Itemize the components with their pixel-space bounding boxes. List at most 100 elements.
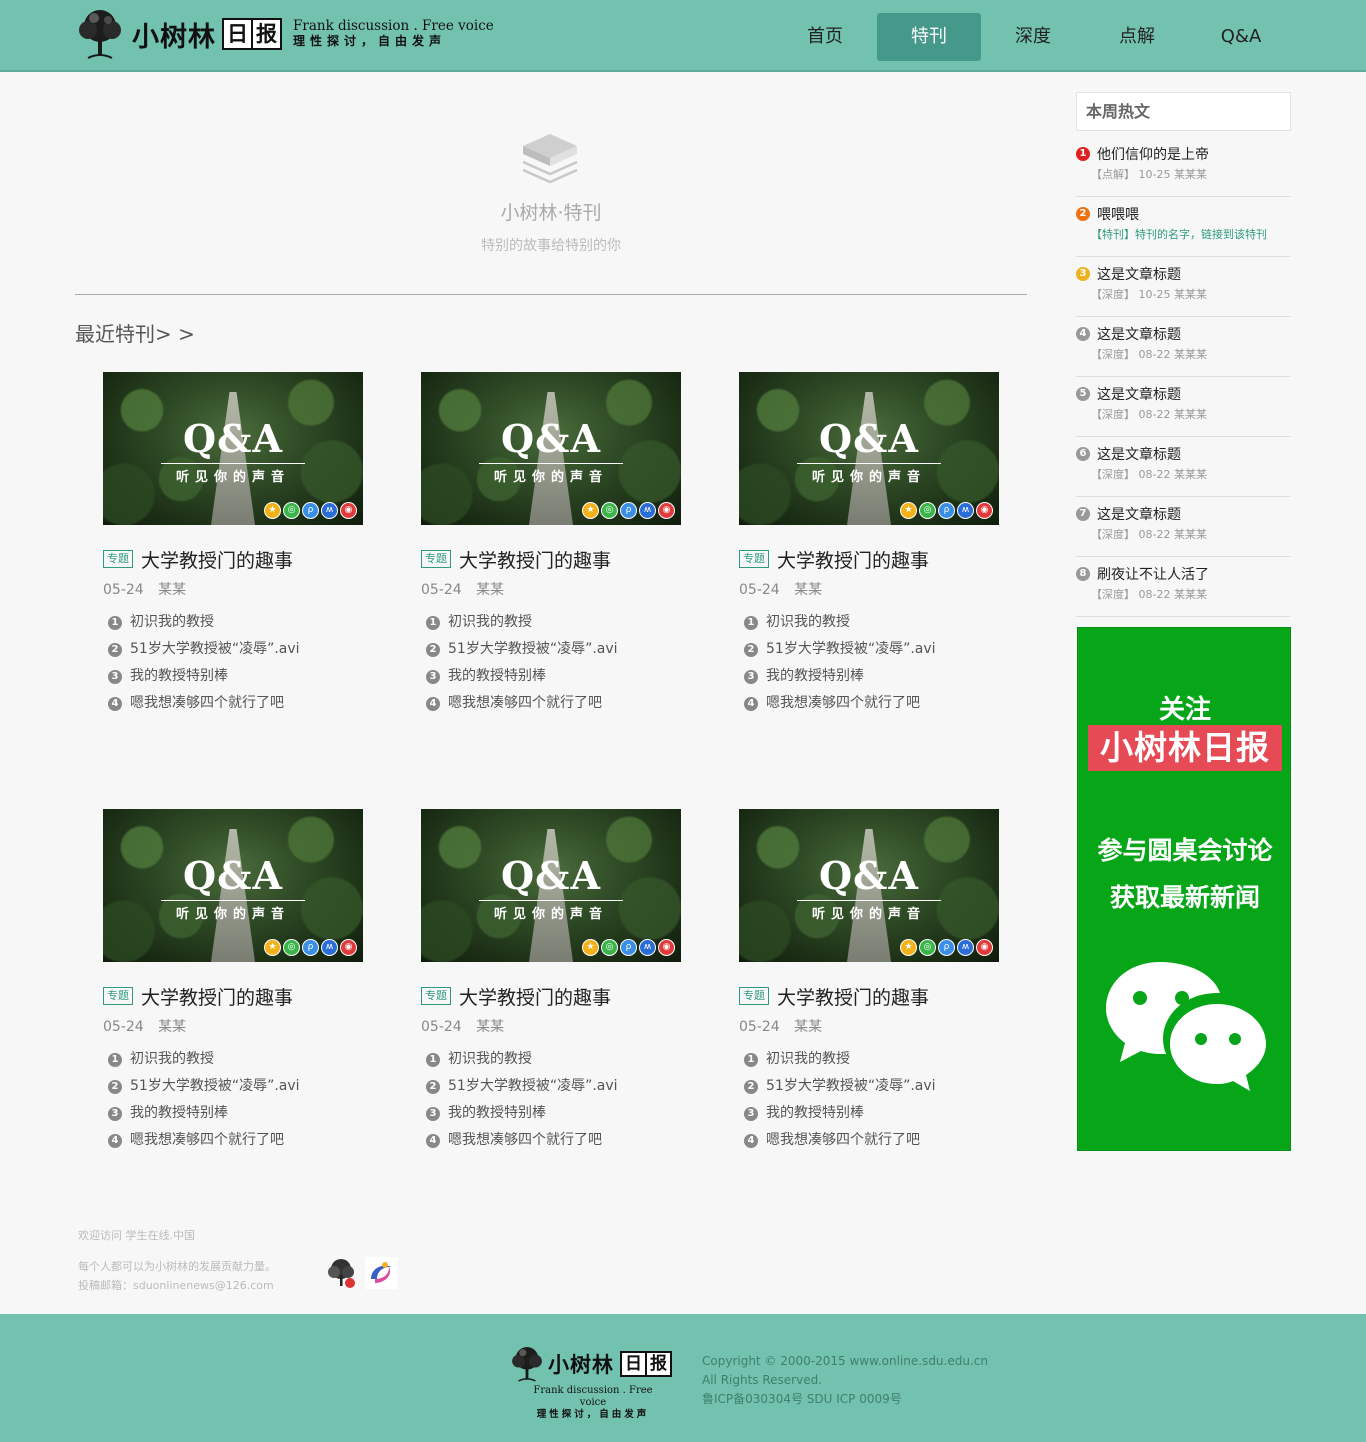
hot-article-item[interactable]: 2 喂喂喂 【特刊】特刊的名字，链接到该特刊 (1076, 197, 1291, 257)
weibo-icon[interactable]: ◉ (658, 502, 675, 519)
hot-article-title[interactable]: 这是文章标题 (1097, 504, 1181, 524)
weibo-icon[interactable]: ◉ (340, 939, 357, 956)
card-thumbnail[interactable]: Q&A 听见你的声音 ★ ◎ ρ ʍ ◉ (103, 809, 363, 962)
list-item[interactable]: 1 初识我的教授 (103, 609, 365, 636)
renren-icon[interactable]: ρ (620, 502, 637, 519)
card-title[interactable]: 大学教授门的趣事 (141, 983, 293, 1010)
card-thumbnail[interactable]: Q&A 听见你的声音 ★ ◎ ρ ʍ ◉ (421, 809, 681, 962)
list-item[interactable]: 4 嗯我想凑够四个就行了吧 (103, 690, 365, 717)
douban-icon[interactable]: ʍ (321, 939, 338, 956)
weibo-icon[interactable]: ◉ (658, 939, 675, 956)
hot-article-title[interactable]: 这是文章标题 (1097, 444, 1181, 464)
list-item[interactable]: 2 51岁大学教授被“凌辱”.avi (421, 1073, 683, 1100)
card-thumbnail[interactable]: Q&A 听见你的声音 ★ ◎ ρ ʍ ◉ (103, 372, 363, 525)
list-item[interactable]: 4 嗯我想凑够四个就行了吧 (421, 690, 683, 717)
list-item[interactable]: 3 我的教授特别棒 (103, 663, 365, 690)
hot-article-item[interactable]: 3 这是文章标题 【深度】 10-25 某某某 (1076, 257, 1291, 317)
qzone-icon[interactable]: ★ (900, 502, 917, 519)
list-item[interactable]: 4 嗯我想凑够四个就行了吧 (421, 1127, 683, 1154)
qzone-icon[interactable]: ★ (582, 502, 599, 519)
footer-welcome[interactable]: 欢迎访问 学生在线.中国 (78, 1226, 276, 1245)
copyright-line[interactable]: Copyright © 2000-2015 www.online.sdu.edu… (702, 1352, 988, 1371)
wechat-icon[interactable]: ◎ (919, 939, 936, 956)
hot-article-title[interactable]: 刷夜让不让人活了 (1097, 564, 1209, 584)
douban-icon[interactable]: ʍ (957, 939, 974, 956)
tree-logo-icon[interactable] (325, 1257, 357, 1289)
hot-article-meta[interactable]: 【特刊】特刊的名字，链接到该特刊 (1076, 226, 1291, 242)
hot-article-meta: 【深度】 10-25 某某某 (1091, 288, 1207, 301)
qzone-icon[interactable]: ★ (582, 939, 599, 956)
recent-issues-heading[interactable]: 最近特刊> > (75, 318, 195, 347)
hot-article-item[interactable]: 6 这是文章标题 【深度】 08-22 某某某 (1076, 437, 1291, 497)
list-item[interactable]: 1 初识我的教授 (739, 1046, 1001, 1073)
list-item[interactable]: 2 51岁大学教授被“凌辱”.avi (421, 636, 683, 663)
douban-icon[interactable]: ʍ (639, 502, 656, 519)
renren-icon[interactable]: ρ (302, 502, 319, 519)
footer-logo[interactable]: 小树林 日 报 (510, 1345, 672, 1383)
card-thumbnail[interactable]: Q&A 听见你的声音 ★ ◎ ρ ʍ ◉ (739, 809, 999, 962)
nav-explain[interactable]: 点解 (1085, 13, 1189, 61)
wechat-icon[interactable]: ◎ (601, 502, 618, 519)
list-item[interactable]: 1 初识我的教授 (739, 609, 1001, 636)
weibo-icon[interactable]: ◉ (340, 502, 357, 519)
weibo-icon[interactable]: ◉ (976, 939, 993, 956)
list-item[interactable]: 1 初识我的教授 (421, 1046, 683, 1073)
card-title[interactable]: 大学教授门的趣事 (777, 983, 929, 1010)
hot-article-item[interactable]: 1 他们信仰的是上帝 【点解】 10-25 某某某 (1076, 137, 1291, 197)
renren-icon[interactable]: ρ (302, 939, 319, 956)
list-item[interactable]: 3 我的教授特别棒 (103, 1100, 365, 1127)
wechat-icon[interactable]: ◎ (601, 939, 618, 956)
hot-article-item[interactable]: 7 这是文章标题 【深度】 08-22 某某某 (1076, 497, 1291, 557)
douban-icon[interactable]: ʍ (957, 502, 974, 519)
list-item[interactable]: 3 我的教授特别棒 (739, 663, 1001, 690)
wechat-icon[interactable]: ◎ (919, 502, 936, 519)
list-item[interactable]: 1 初识我的教授 (421, 609, 683, 636)
sdu-online-logo-icon[interactable] (365, 1257, 397, 1289)
wechat-icon[interactable]: ◎ (283, 939, 300, 956)
list-item[interactable]: 3 我的教授特别棒 (739, 1100, 1001, 1127)
list-item[interactable]: 4 嗯我想凑够四个就行了吧 (739, 1127, 1001, 1154)
hot-article-title[interactable]: 这是文章标题 (1097, 384, 1181, 404)
renren-icon[interactable]: ρ (938, 939, 955, 956)
card-title[interactable]: 大学教授门的趣事 (141, 546, 293, 573)
list-item[interactable]: 3 我的教授特别棒 (421, 663, 683, 690)
list-item[interactable]: 2 51岁大学教授被“凌辱”.avi (103, 1073, 365, 1100)
wechat-promo-banner[interactable]: 关注 小树林日报 参与圆桌会讨论 获取最新新闻 (1077, 627, 1291, 1151)
douban-icon[interactable]: ʍ (321, 502, 338, 519)
list-item[interactable]: 3 我的教授特别棒 (421, 1100, 683, 1127)
hot-article-title[interactable]: 他们信仰的是上帝 (1097, 144, 1209, 164)
nav-qa[interactable]: Q&A (1189, 13, 1293, 61)
card-title[interactable]: 大学教授门的趣事 (459, 983, 611, 1010)
hot-article-item[interactable]: 8 刷夜让不让人活了 【深度】 08-22 某某某 (1076, 557, 1291, 617)
qzone-icon[interactable]: ★ (264, 939, 281, 956)
logo-box-char: 报 (251, 20, 280, 48)
nav-home[interactable]: 首页 (773, 13, 877, 61)
wechat-icon[interactable]: ◎ (283, 502, 300, 519)
card-meta: 05-24 某某 (739, 579, 1001, 599)
nav-depth[interactable]: 深度 (981, 13, 1085, 61)
card-title[interactable]: 大学教授门的趣事 (459, 546, 611, 573)
card-thumbnail[interactable]: Q&A 听见你的声音 ★ ◎ ρ ʍ ◉ (739, 372, 999, 525)
hot-article-item[interactable]: 5 这是文章标题 【深度】 08-22 某某某 (1076, 377, 1291, 437)
list-item[interactable]: 2 51岁大学教授被“凌辱”.avi (739, 1073, 1001, 1100)
hot-article-title[interactable]: 喂喂喂 (1097, 204, 1139, 224)
douban-icon[interactable]: ʍ (639, 939, 656, 956)
qzone-icon[interactable]: ★ (264, 502, 281, 519)
hot-article-item[interactable]: 4 这是文章标题 【深度】 08-22 某某某 (1076, 317, 1291, 377)
hot-article-title[interactable]: 这是文章标题 (1097, 324, 1181, 344)
list-item[interactable]: 2 51岁大学教授被“凌辱”.avi (103, 636, 365, 663)
renren-icon[interactable]: ρ (938, 502, 955, 519)
weibo-icon[interactable]: ◉ (976, 502, 993, 519)
card-thumbnail[interactable]: Q&A 听见你的声音 ★ ◎ ρ ʍ ◉ (421, 372, 681, 525)
card-title[interactable]: 大学教授门的趣事 (777, 546, 929, 573)
site-logo[interactable]: 小树林 日 报 Frank discussion . Free voice 理性… (76, 8, 494, 60)
footer-email[interactable]: 投稿邮箱：sduonlinenews@126.com (78, 1276, 276, 1295)
qzone-icon[interactable]: ★ (900, 939, 917, 956)
list-item[interactable]: 4 嗯我想凑够四个就行了吧 (739, 690, 1001, 717)
hot-article-title[interactable]: 这是文章标题 (1097, 264, 1181, 284)
list-item[interactable]: 1 初识我的教授 (103, 1046, 365, 1073)
list-item[interactable]: 4 嗯我想凑够四个就行了吧 (103, 1127, 365, 1154)
renren-icon[interactable]: ρ (620, 939, 637, 956)
list-item[interactable]: 2 51岁大学教授被“凌辱”.avi (739, 636, 1001, 663)
nav-special[interactable]: 特刊 (877, 13, 981, 61)
